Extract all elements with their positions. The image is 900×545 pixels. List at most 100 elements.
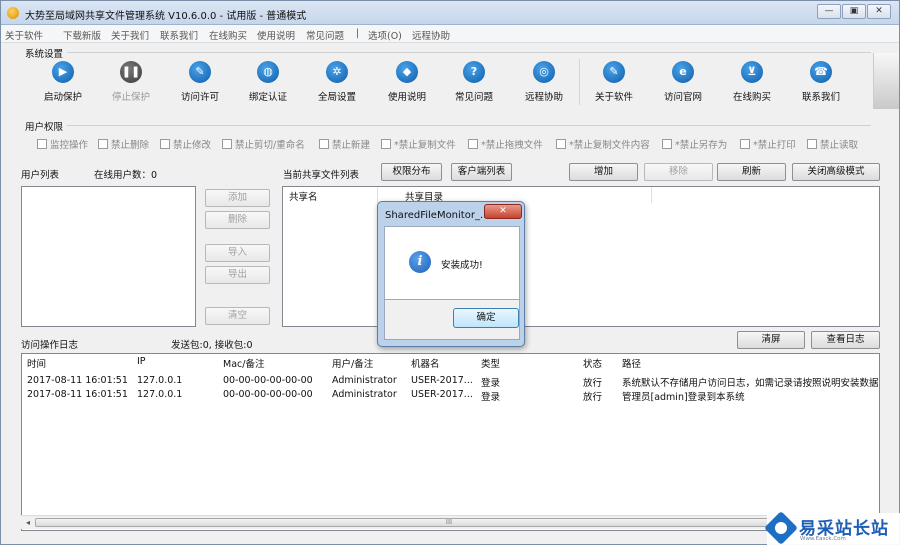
contact-us-button[interactable]: ☎ 联系我们 — [786, 61, 856, 107]
bind-auth-button[interactable]: ◍ 绑定认证 — [233, 61, 303, 107]
view-log-button[interactable]: 查看日志 — [811, 331, 880, 349]
perm-no-cut-rename-checkbox[interactable]: 禁止剪切/重命名 — [222, 137, 305, 151]
client-list-button[interactable]: 客户端列表 — [451, 163, 512, 181]
col-time[interactable]: 时间 — [27, 356, 46, 370]
perm-distribution-button[interactable]: 权限分布 — [381, 163, 442, 181]
perm-no-print-checkbox[interactable]: *禁止打印 — [740, 137, 796, 151]
add-user-button[interactable]: 添加 — [205, 189, 270, 207]
usage-guide-button[interactable]: ◆ 使用说明 — [372, 61, 442, 107]
main-window: 大势至局域网共享文件管理系统 V10.6.0.0 - 试用版 - 普通模式 — … — [0, 0, 900, 545]
cell-mac: 00-00-00-00-00-00 — [223, 389, 313, 400]
faq-button[interactable]: ? 常见问题 — [439, 61, 509, 107]
dialog-close-button[interactable]: ✕ — [484, 204, 522, 219]
tool-label: 停止保护 — [111, 92, 150, 103]
info-icon: i — [409, 251, 431, 273]
perm-no-copy-content-checkbox[interactable]: *禁止复制文件内容 — [556, 137, 650, 151]
cell-mac: 00-00-00-00-00-00 — [223, 375, 313, 386]
scroll-left-icon[interactable]: ◂ — [22, 517, 34, 529]
clear-screen-button[interactable]: 清屏 — [737, 331, 805, 349]
tool-label: 绑定认证 — [248, 92, 287, 103]
user-list-label: 用户列表 — [21, 170, 60, 181]
menu-options[interactable]: 选项(O) — [368, 28, 402, 42]
col-status[interactable]: 状态 — [583, 356, 602, 370]
col-share-name[interactable]: 共享名 — [289, 189, 318, 203]
menu-about-software[interactable]: 关于软件 — [5, 28, 43, 42]
checkbox-box[interactable] — [468, 139, 478, 149]
perm-label: *禁止打印 — [753, 140, 796, 151]
buy-online-button[interactable]: ⊻ 在线购买 — [717, 61, 787, 107]
col-machine[interactable]: 机器名 — [411, 356, 440, 370]
checkbox-box[interactable] — [556, 139, 566, 149]
menu-buy-online[interactable]: 在线购买 — [209, 28, 247, 42]
dialog-footer: 确定 — [384, 300, 520, 340]
cell-type: 登录 — [481, 378, 501, 389]
checkbox-box[interactable] — [319, 139, 329, 149]
menu-about-us[interactable]: 关于我们 — [111, 28, 149, 42]
menu-remote[interactable]: 远程协助 — [412, 28, 450, 42]
access-log-table: 时间 IP Mac/备注 用户/备注 机器名 类型 状态 路径 2017-08-… — [21, 353, 880, 531]
checkbox-box[interactable] — [37, 139, 47, 149]
column-divider — [651, 187, 652, 203]
group-divider — [67, 125, 871, 126]
menu-download[interactable]: 下载新版 — [63, 28, 101, 42]
col-user[interactable]: 用户/备注 — [332, 356, 373, 370]
cell-path: 系统默认不存储用户访问日志，如需记录请按照说明安装数据库 — [622, 378, 878, 389]
checkbox-box[interactable] — [160, 139, 170, 149]
access-log-label: 访问操作日志 — [21, 340, 79, 351]
maximize-button[interactable]: ▣ — [842, 4, 866, 19]
cell-time: 2017-08-11 16:01:51 — [27, 389, 128, 400]
start-protect-button[interactable]: ▶ 启动保护 — [28, 61, 98, 107]
table-row[interactable]: 2017-08-11 16:01:51 127.0.0.1 00-00-00-0… — [22, 375, 878, 389]
perm-monitor-checkbox[interactable]: 监控操作 — [37, 137, 88, 151]
menu-usage[interactable]: 使用说明 — [257, 28, 295, 42]
refresh-button[interactable]: 刷新 — [717, 163, 786, 181]
checkbox-box[interactable] — [662, 139, 672, 149]
delete-user-button[interactable]: 删除 — [205, 211, 270, 229]
table-row[interactable]: 2017-08-11 16:01:51 127.0.0.1 00-00-00-0… — [22, 389, 878, 403]
global-settings-button[interactable]: ✲ 全局设置 — [302, 61, 372, 107]
perm-no-read-checkbox[interactable]: 禁止读取 — [807, 137, 858, 151]
col-type[interactable]: 类型 — [481, 356, 500, 370]
perm-no-delete-checkbox[interactable]: 禁止删除 — [98, 137, 149, 151]
user-list-box[interactable] — [21, 186, 196, 327]
window-title: 大势至局域网共享文件管理系统 V10.6.0.0 - 试用版 - 普通模式 — [25, 11, 307, 22]
minimize-button[interactable]: — — [817, 4, 841, 19]
scroll-thumb[interactable]: III — [35, 518, 863, 527]
tool-label: 关于软件 — [594, 92, 633, 103]
horizontal-scrollbar[interactable]: ◂ III ▸ — [21, 515, 879, 529]
checkbox-box[interactable] — [222, 139, 232, 149]
access-permit-button[interactable]: ✎ 访问许可 — [165, 61, 235, 107]
checkbox-box[interactable] — [807, 139, 817, 149]
play-icon: ▶ — [52, 61, 74, 83]
about-software-button[interactable]: ✎ 关于软件 — [579, 61, 649, 107]
perm-no-copy-file-checkbox[interactable]: *禁止复制文件 — [381, 137, 456, 151]
dialog-ok-button[interactable]: 确定 — [453, 308, 519, 328]
col-mac[interactable]: Mac/备注 — [223, 356, 264, 370]
menu-faq[interactable]: 常见问题 — [306, 28, 344, 42]
remove-share-button[interactable]: 移除 — [644, 163, 713, 181]
packet-counter: 发送包:0, 接收包:0 — [171, 340, 253, 351]
cell-ip: 127.0.0.1 — [137, 389, 183, 400]
tool-label: 访问许可 — [180, 92, 219, 103]
checkbox-box[interactable] — [740, 139, 750, 149]
checkbox-box[interactable] — [98, 139, 108, 149]
perm-no-drag-file-checkbox[interactable]: *禁止拖拽文件 — [468, 137, 543, 151]
menu-contact[interactable]: 联系我们 — [160, 28, 198, 42]
export-users-button[interactable]: 导出 — [205, 266, 270, 284]
col-ip[interactable]: IP — [137, 356, 146, 367]
col-path[interactable]: 路径 — [622, 356, 641, 370]
perm-no-save-as-checkbox[interactable]: *禁止另存为 — [662, 137, 727, 151]
checkbox-box[interactable] — [381, 139, 391, 149]
perm-no-modify-checkbox[interactable]: 禁止修改 — [160, 137, 211, 151]
close-advanced-mode-button[interactable]: 关闭高级模式 — [792, 163, 880, 181]
add-share-button[interactable]: 增加 — [569, 163, 638, 181]
perm-no-create-checkbox[interactable]: 禁止新建 — [319, 137, 370, 151]
official-site-button[interactable]: e 访问官网 — [648, 61, 718, 107]
remote-assist-button[interactable]: ◎ 远程协助 — [509, 61, 579, 107]
import-users-button[interactable]: 导入 — [205, 244, 270, 262]
cell-machine: USER-2017... — [411, 389, 473, 400]
stop-protect-button[interactable]: ❚❚ 停止保护 — [96, 61, 166, 107]
clear-users-button[interactable]: 清空 — [205, 307, 270, 325]
close-window-button[interactable]: ✕ — [867, 4, 891, 19]
tool-label: 远程协助 — [524, 92, 563, 103]
